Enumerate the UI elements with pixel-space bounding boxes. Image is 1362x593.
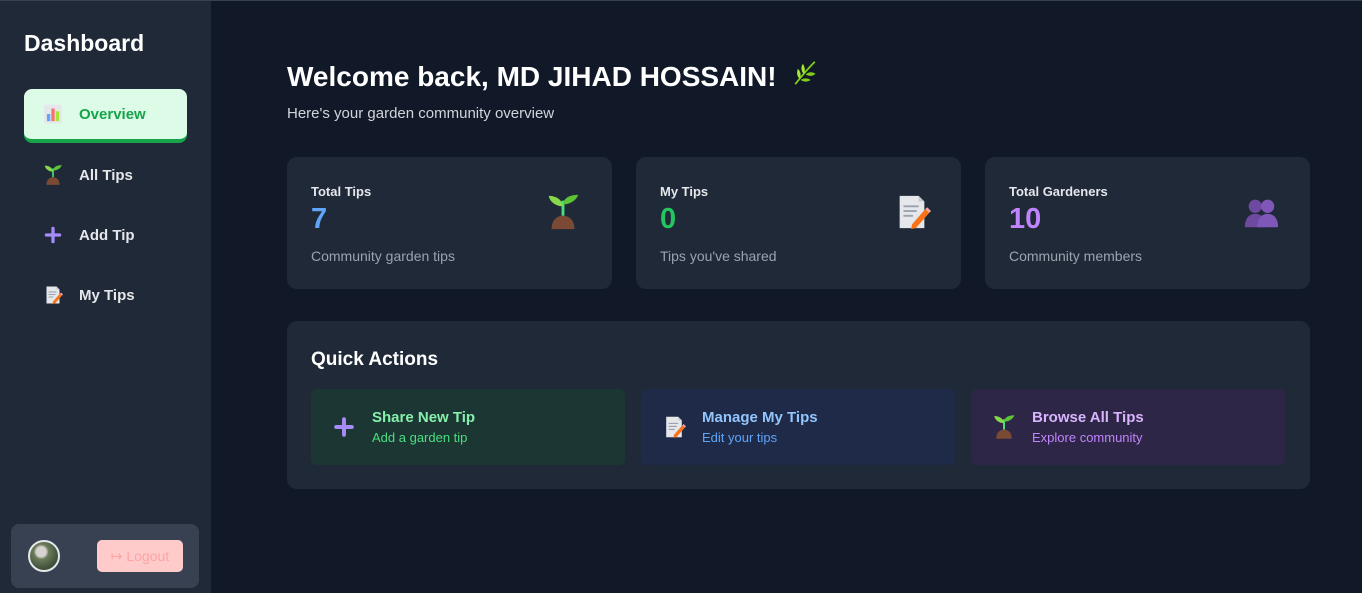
page-subtitle: Here's your garden community overview [287,105,555,122]
stat-label: Total Gardeners [1009,184,1108,199]
quick-action-subtitle: Add a garden tip [372,430,468,445]
bar-chart-icon [42,103,64,125]
seedling-icon [42,164,64,186]
quick-action-subtitle: Edit your tips [702,430,778,445]
herb-icon [791,59,819,94]
sidebar-item-label: My Tips [79,286,135,304]
page-title: Welcome back, MD JIHAD HOSSAIN! [287,59,819,94]
stats-row: Total Tips 7 Community garden tips My Ti… [287,157,1310,289]
sidebar-item-label: Overview [79,105,146,123]
quick-action-title: Browse All Tips [1032,409,1144,426]
app-window: Dashboard Overview All Tips Add Tip My T… [0,0,1362,593]
manage-my-tips-button[interactable]: Manage My Tips Edit your tips [641,389,955,465]
sidebar-item-overview[interactable]: Overview [24,89,187,141]
plus-icon [330,413,358,441]
seedling-icon [544,193,582,231]
quick-action-text: Manage My Tips Edit your tips [702,409,818,445]
sidebar-item-my-tips[interactable]: My Tips [24,269,187,321]
stat-label: Total Tips [311,184,372,199]
quick-action-text: Browse All Tips Explore community [1032,409,1144,445]
stat-card-my-tips: My Tips 0 Tips you've shared [636,157,961,289]
quick-actions-panel: Quick Actions Share New Tip Add a garden… [287,321,1310,489]
avatar[interactable] [28,540,60,572]
quick-action-subtitle: Explore community [1032,430,1143,445]
sidebar-item-label: All Tips [79,166,133,184]
quick-action-title: Share New Tip [372,409,476,426]
sidebar-nav: Overview All Tips Add Tip My Tips [24,89,187,329]
memo-icon [660,413,688,441]
sidebar-item-add-tip[interactable]: Add Tip [24,209,187,261]
stat-card-total-tips: Total Tips 7 Community garden tips [287,157,612,289]
sidebar-title: Dashboard [24,30,145,56]
stat-desc: Tips you've shared [660,248,777,264]
stat-value: 0 [660,203,677,235]
plus-icon [42,224,64,246]
seedling-icon [990,413,1018,441]
memo-icon [893,193,931,231]
browse-all-tips-button[interactable]: Browse All Tips Explore community [971,389,1285,465]
quick-action-text: Share New Tip Add a garden tip [372,409,475,445]
quick-action-title: Manage My Tips [702,409,818,426]
stat-label: My Tips [660,184,709,199]
people-icon [1242,193,1280,231]
welcome-text: Welcome back, MD JIHAD HOSSAIN! [287,60,777,92]
sidebar: Dashboard Overview All Tips Add Tip My T… [0,1,211,593]
logout-button[interactable]: ↦ Logout [97,540,183,572]
sidebar-item-all-tips[interactable]: All Tips [24,149,187,201]
memo-icon [42,284,64,306]
stat-card-total-gardeners: Total Gardeners 10 Community members [985,157,1310,289]
quick-actions-title: Quick Actions [311,349,439,370]
share-new-tip-button[interactable]: Share New Tip Add a garden tip [311,389,625,465]
stat-desc: Community garden tips [311,248,455,264]
sidebar-item-label: Add Tip [79,226,135,244]
stat-value: 7 [311,203,328,235]
stat-value: 10 [1009,203,1042,235]
main-content: Welcome back, MD JIHAD HOSSAIN! Here's y… [211,1,1362,593]
quick-actions-row: Share New Tip Add a garden tip Manage My… [311,389,1285,465]
stat-desc: Community members [1009,248,1143,264]
user-panel: ↦ Logout [11,524,199,588]
